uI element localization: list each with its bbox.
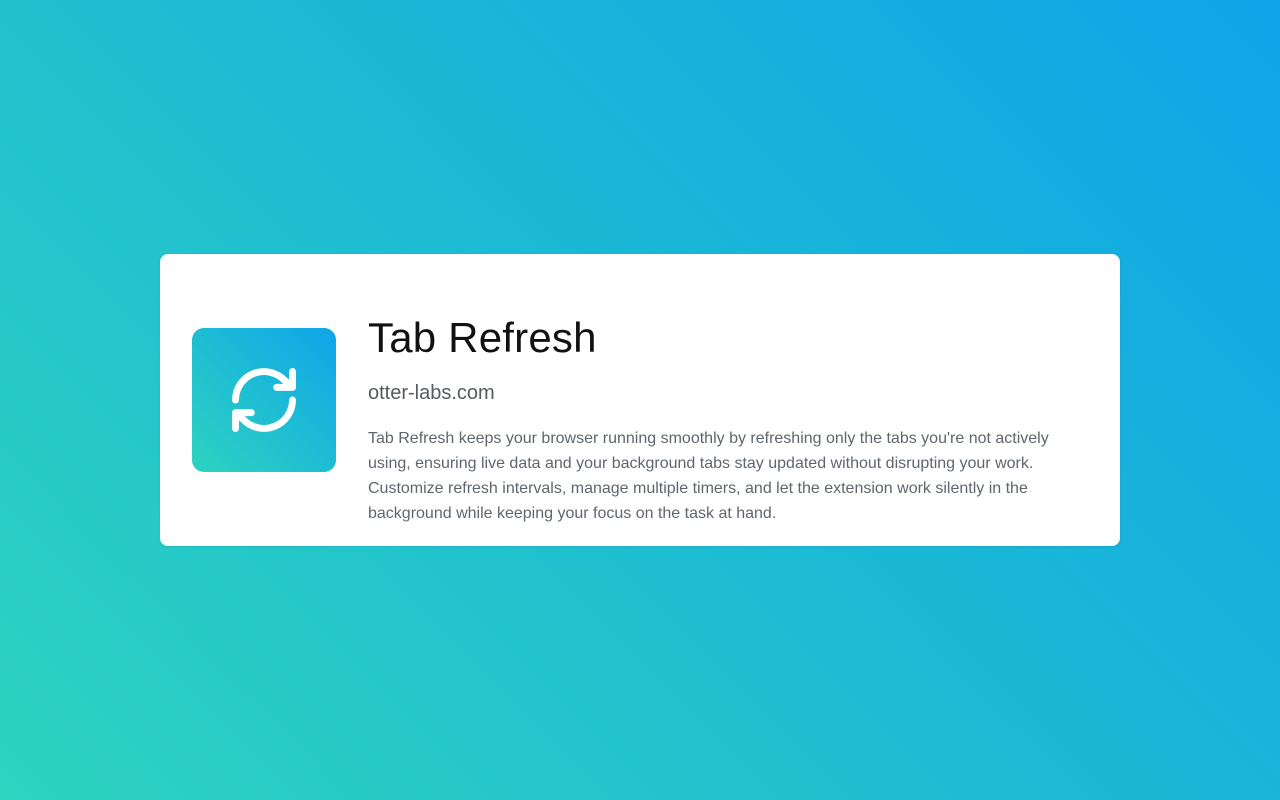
extension-info: Tab Refresh otter-labs.com Tab Refresh k…: [368, 310, 1068, 526]
extension-title: Tab Refresh: [368, 314, 597, 361]
extension-description: Tab Refresh keeps your browser running s…: [368, 430, 1049, 522]
extension-card: Tab Refresh otter-labs.com Tab Refresh k…: [160, 254, 1120, 546]
app-icon-tile: [192, 328, 336, 472]
refresh-icon: [232, 368, 296, 432]
extension-domain: otter-labs.com: [368, 382, 495, 404]
